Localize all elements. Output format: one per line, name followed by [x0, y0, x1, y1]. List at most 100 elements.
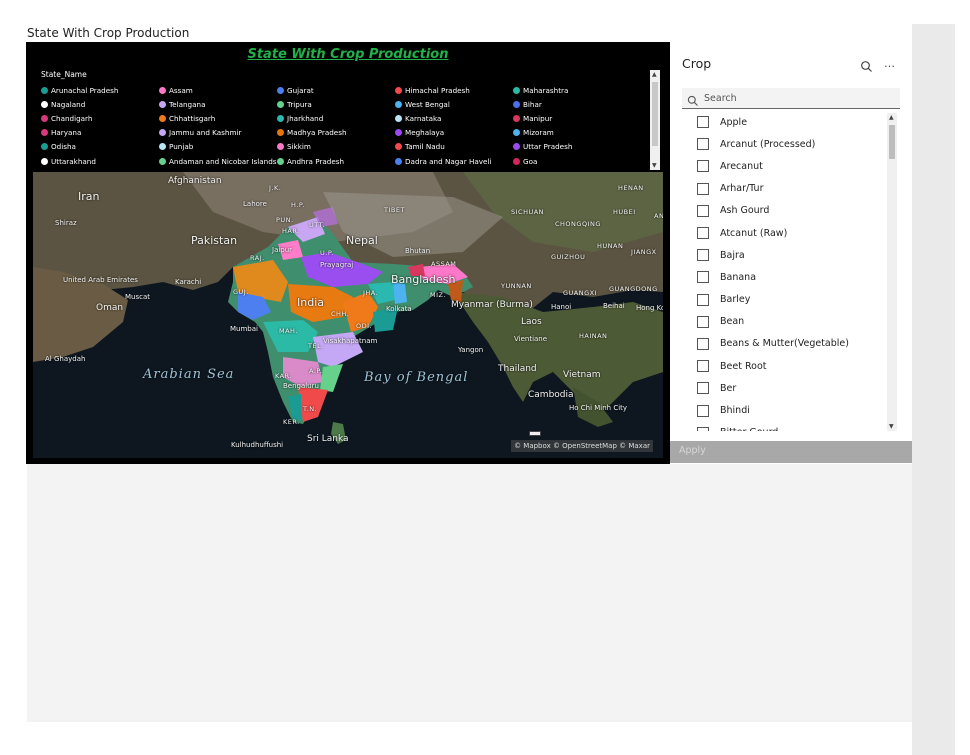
- crop-checkbox[interactable]: [697, 404, 709, 417]
- legend-item[interactable]: Nagaland: [41, 97, 159, 111]
- crop-checkbox[interactable]: [697, 337, 709, 350]
- crop-list-item[interactable]: Ber: [682, 377, 887, 399]
- scroll-up-icon[interactable]: ▲: [889, 114, 894, 121]
- map-sea-label: Arabian Sea: [143, 367, 235, 382]
- crop-slicer: Crop … AppleArcanut (Processed)ArecanutA…: [670, 42, 912, 464]
- legend-item[interactable]: Assam: [159, 83, 277, 97]
- legend-color-dot: [41, 143, 48, 151]
- crop-checkbox[interactable]: [697, 116, 709, 129]
- crop-list-item[interactable]: Bitter Gourd: [682, 422, 887, 431]
- crop-list-item[interactable]: Banana: [682, 266, 887, 288]
- slicer-search-icon[interactable]: [860, 59, 874, 73]
- crop-item-label: Bean: [720, 316, 745, 328]
- legend-item[interactable]: Bihar: [513, 97, 631, 111]
- legend-item[interactable]: Andaman and Nicobar Islands: [159, 154, 277, 168]
- crop-list-scroll-thumb[interactable]: [889, 125, 895, 159]
- search-input[interactable]: [704, 90, 894, 106]
- legend-item[interactable]: Karnataka: [395, 111, 513, 125]
- crop-list-scrollbar[interactable]: ▲ ▼: [887, 113, 897, 431]
- apply-button[interactable]: Apply: [679, 445, 706, 456]
- crop-list-item[interactable]: Bajra: [682, 244, 887, 266]
- legend-item[interactable]: Madhya Pradesh: [277, 126, 395, 140]
- map-place-label: Karachi: [175, 278, 202, 286]
- map-place-label: J.K.: [269, 184, 282, 192]
- crop-list-item[interactable]: Atcanut (Raw): [682, 222, 887, 244]
- legend-item[interactable]: Mizoram: [513, 126, 631, 140]
- legend-scrollbar[interactable]: ▲ ▼: [650, 70, 660, 170]
- crop-checkbox[interactable]: [697, 315, 709, 328]
- crop-list-item[interactable]: Beans & Mutter(Vegetable): [682, 333, 887, 355]
- legend-item[interactable]: Manipur: [513, 111, 631, 125]
- map-place-label: GUANGXI: [563, 289, 598, 297]
- legend-item[interactable]: Tamil Nadu: [395, 140, 513, 154]
- crop-checkbox[interactable]: [697, 271, 709, 284]
- scroll-up-icon[interactable]: ▲: [652, 71, 657, 78]
- scroll-down-icon[interactable]: ▼: [889, 423, 894, 430]
- crop-list-item[interactable]: Barley: [682, 289, 887, 311]
- legend-item[interactable]: Sikkim: [277, 140, 395, 154]
- side-pane-strip: [912, 24, 955, 755]
- legend-item-label: Tamil Nadu: [405, 142, 445, 152]
- legend-item[interactable]: West Bengal: [395, 97, 513, 111]
- legend-item[interactable]: Uttar Pradesh: [513, 140, 631, 154]
- legend-item[interactable]: Haryana: [41, 126, 159, 140]
- legend-item[interactable]: Gujarat: [277, 83, 395, 97]
- map-canvas[interactable]: Iran Afghanistan Pakistan Nepal Bhutan Bangla…: [33, 172, 663, 458]
- legend-item[interactable]: Arunachal Pradesh: [41, 83, 159, 97]
- crop-checkbox[interactable]: [697, 160, 709, 173]
- map-place-label: Ho Chi Minh City: [569, 404, 628, 412]
- crop-checkbox[interactable]: [697, 138, 709, 151]
- crop-checkbox[interactable]: [697, 293, 709, 306]
- legend-title: State_Name: [41, 70, 87, 79]
- map-visual[interactable]: State With Crop Production State_Name Ar…: [26, 42, 670, 464]
- crop-checkbox[interactable]: [697, 227, 709, 240]
- crop-list-item[interactable]: Apple: [682, 111, 887, 133]
- legend-item[interactable]: Jammu and Kashmir: [159, 126, 277, 140]
- crop-list-item[interactable]: Arecanut: [682, 155, 887, 177]
- map-place-label: Bengaluru: [283, 382, 319, 390]
- legend-item[interactable]: Tripura: [277, 97, 395, 111]
- legend-item[interactable]: Maharashtra: [513, 83, 631, 97]
- map-place-label: KAR.: [275, 372, 292, 380]
- crop-checkbox[interactable]: [697, 360, 709, 373]
- crop-list-item[interactable]: Beet Root: [682, 355, 887, 377]
- map-place-label: United Arab Emirates: [63, 276, 138, 284]
- legend-item-label: Arunachal Pradesh: [51, 85, 119, 95]
- legend-item[interactable]: Telangana: [159, 97, 277, 111]
- map-place-label: Afghanistan: [168, 176, 222, 186]
- legend-item[interactable]: Odisha: [41, 140, 159, 154]
- legend-color-dot: [513, 100, 520, 108]
- legend-scroll-thumb[interactable]: [652, 82, 658, 146]
- crop-list-item[interactable]: Bhindi: [682, 399, 887, 421]
- legend-item[interactable]: Himachal Pradesh: [395, 83, 513, 97]
- legend-item[interactable]: Uttarakhand: [41, 154, 159, 168]
- crop-list-item[interactable]: Arcanut (Processed): [682, 133, 887, 155]
- crop-checkbox[interactable]: [697, 382, 709, 395]
- legend-item[interactable]: Goa: [513, 154, 631, 168]
- legend-color-dot: [277, 129, 284, 137]
- map-place-label: Myanmar (Burma): [451, 300, 533, 310]
- crop-checkbox[interactable]: [697, 204, 709, 217]
- map-place-label: ODI.: [356, 322, 373, 330]
- crop-checkbox[interactable]: [697, 249, 709, 262]
- map-place-label: JIANGX: [631, 248, 657, 256]
- crop-checkbox[interactable]: [697, 182, 709, 195]
- legend-item[interactable]: Punjab: [159, 140, 277, 154]
- more-options-icon[interactable]: …: [884, 57, 895, 70]
- crop-list-item[interactable]: Arhar/Tur: [682, 178, 887, 200]
- crop-list-item[interactable]: Ash Gourd: [682, 200, 887, 222]
- crop-item-label: Bajra: [720, 249, 745, 261]
- legend-item[interactable]: Chandigarh: [41, 111, 159, 125]
- scroll-down-icon[interactable]: ▼: [652, 162, 657, 169]
- legend-item[interactable]: Jharkhand: [277, 111, 395, 125]
- crop-list-item[interactable]: Bean: [682, 311, 887, 333]
- map-place-label: AN: [654, 212, 663, 220]
- map-place-label: Oman: [96, 303, 124, 313]
- legend-item[interactable]: Andhra Pradesh: [277, 154, 395, 168]
- legend-item[interactable]: Chhattisgarh: [159, 111, 277, 125]
- crop-checkbox[interactable]: [697, 426, 709, 431]
- legend-item[interactable]: Dadra and Nagar Haveli: [395, 154, 513, 168]
- legend-item[interactable]: Meghalaya: [395, 126, 513, 140]
- legend-item-label: Karnataka: [405, 113, 442, 123]
- map-attribution[interactable]: © Mapbox © OpenStreetMap © Maxar: [511, 440, 653, 452]
